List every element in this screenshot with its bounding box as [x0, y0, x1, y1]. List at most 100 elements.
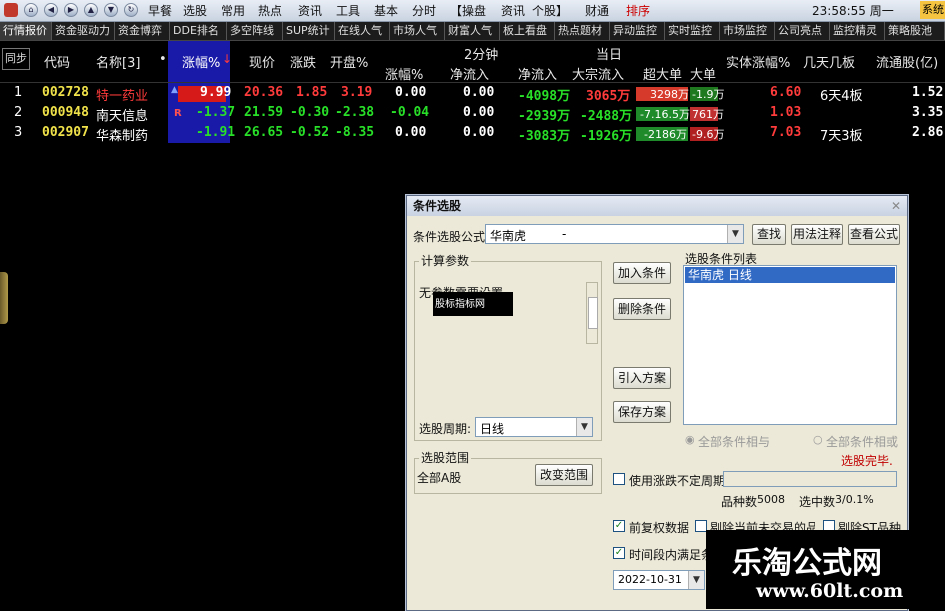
col-change[interactable]: 涨跌 — [290, 52, 316, 71]
tab-hot-topics[interactable]: 热点题材 — [555, 22, 610, 40]
period-select[interactable]: 日线 ▼ — [475, 417, 593, 437]
stock-name: 南天信息 — [96, 109, 149, 124]
col-float-shares[interactable]: 流通股(亿) — [876, 52, 938, 71]
home-icon[interactable]: ⌂ — [24, 3, 38, 17]
row-index: 2 — [14, 105, 23, 120]
float-shares: 3.35 — [912, 105, 944, 120]
tab-market-monitor[interactable]: 市场监控 — [720, 22, 775, 40]
tab-fund-game[interactable]: 资金博弈 — [115, 22, 170, 40]
menu-item-sort[interactable]: 排序 — [626, 2, 650, 19]
formula-select[interactable]: 华南虎 - ▼ — [485, 224, 744, 244]
col-open-pct[interactable]: 开盘% — [330, 52, 368, 71]
col-super-big[interactable]: 超大单 — [643, 64, 682, 83]
tab-realtime[interactable]: 实时监控 — [665, 22, 720, 40]
col-pct-2min[interactable]: 涨幅% — [385, 64, 423, 83]
tab-online-pop[interactable]: 在线人气 — [335, 22, 390, 40]
margin-flag: R — [174, 108, 182, 119]
tab-dde-rank[interactable]: DDE排名 — [170, 22, 227, 40]
close-icon[interactable]: ✕ — [891, 199, 901, 213]
radio-or-label[interactable]: 全部条件相或 — [826, 433, 898, 450]
col-pct[interactable]: 涨幅% — [182, 52, 220, 71]
tab-board-watch[interactable]: 板上看盘 — [500, 22, 555, 40]
system-button[interactable]: 系统 — [920, 1, 945, 19]
tab-long-short[interactable]: 多空阵线 — [227, 22, 283, 40]
delete-condition-button[interactable]: 删除条件 — [613, 298, 671, 320]
import-plan-button[interactable]: 引入方案 — [613, 367, 671, 389]
pre-adjust-checkbox[interactable]: ✓ — [613, 520, 625, 532]
pre-adjust-label[interactable]: 前复权数据 — [629, 519, 689, 536]
big: -1.9万 — [692, 88, 725, 101]
forward-icon[interactable]: ▶ — [64, 3, 78, 17]
period-value: 日线 — [480, 422, 505, 436]
add-condition-button[interactable]: 加入条件 — [613, 262, 671, 284]
col-price[interactable]: 现价 — [249, 52, 275, 71]
period-condition-checkbox[interactable]: ✓ — [613, 547, 625, 559]
side-panel-toggle[interactable] — [0, 272, 8, 324]
tab-monitor-sprite[interactable]: 监控精灵 — [830, 22, 885, 40]
usage-notes-button[interactable]: 用法注释 — [791, 224, 843, 245]
table-row[interactable]: 3 002907 华森制药 -1.91 26.65 -0.52 -8.35 0.… — [0, 125, 945, 144]
body-pct: 1.03 — [770, 105, 802, 120]
find-button[interactable]: 查找 — [752, 224, 786, 245]
up-icon[interactable]: ▲ — [84, 3, 98, 17]
indef-period-checkbox[interactable] — [613, 473, 625, 485]
scrollbar-thumb[interactable] — [588, 297, 598, 329]
chevron-down-icon[interactable]: ▼ — [727, 225, 743, 243]
menu-item-select[interactable]: 选股 — [183, 2, 207, 19]
menu-item-stock[interactable]: 个股】 — [532, 2, 568, 19]
menu-item-operate[interactable]: 【操盘 — [450, 2, 486, 19]
indef-period-label[interactable]: 使用涨跌不定周期 — [629, 472, 725, 489]
col-code[interactable]: 代码 — [44, 52, 70, 71]
tab-anomaly[interactable]: 异动监控 — [610, 22, 665, 40]
chevron-down-icon[interactable]: ▼ — [688, 571, 704, 589]
sync-button[interactable]: 同步 — [2, 48, 30, 70]
stock-code: 000948 — [42, 105, 89, 120]
level-icon: ▲ — [171, 85, 178, 95]
tab-market-pop[interactable]: 市场人气 — [390, 22, 445, 40]
tab-wealth-pop[interactable]: 财富人气 — [445, 22, 500, 40]
col-big[interactable]: 大单 — [690, 64, 716, 83]
tab-quotes[interactable]: 行情报价 — [0, 22, 52, 40]
params-scrollbar[interactable] — [586, 282, 598, 344]
table-row[interactable]: 2 000948 南天信息 R -1.37 21.59 -0.30 -2.38 … — [0, 105, 945, 124]
save-plan-button[interactable]: 保存方案 — [613, 401, 671, 423]
col-body-pct[interactable]: 实体涨幅% — [726, 52, 790, 71]
col-days-boards[interactable]: 几天几板 — [803, 52, 855, 71]
date-picker[interactable]: 2022-10-31 ▼ — [613, 570, 705, 590]
col-block-in[interactable]: 大宗流入 — [572, 64, 624, 83]
menu-item-basic[interactable]: 基本 — [374, 2, 398, 19]
view-formula-button[interactable]: 查看公式 — [848, 224, 900, 245]
radio-or-icon[interactable]: ○ — [813, 433, 823, 446]
change-range-button[interactable]: 改变范围 — [535, 464, 593, 486]
condition-list[interactable]: 华南虎 日线 — [683, 265, 897, 425]
tab-company-highlights[interactable]: 公司亮点 — [775, 22, 830, 40]
menu-item-caitong[interactable]: 财通 — [585, 2, 609, 19]
tab-sup-stats[interactable]: SUP统计 — [283, 22, 335, 40]
menu-item-news[interactable]: 资讯 — [298, 2, 322, 19]
tab-strategy-pool[interactable]: 策略股池 — [885, 22, 945, 40]
group-header-today: 当日 — [596, 48, 623, 63]
big: 761万 — [692, 108, 724, 121]
back-icon[interactable]: ◀ — [44, 3, 58, 17]
menu-item-hot[interactable]: 热点 — [258, 2, 282, 19]
refresh-icon[interactable]: ↻ — [124, 3, 138, 17]
col-net-in[interactable]: 净流入 — [518, 64, 557, 83]
net-in: -4098万 — [518, 89, 571, 104]
table-row[interactable]: 1 002728 特一药业 ▲ 9.99 20.36 1.85 3.19 0.0… — [0, 85, 945, 104]
chevron-down-icon[interactable]: ▼ — [576, 418, 592, 436]
col-net-in-2min[interactable]: 净流入 — [450, 64, 489, 83]
group-header-2min: 2分钟 — [464, 48, 499, 63]
menu-item-tools[interactable]: 工具 — [336, 2, 360, 19]
radio-and-icon[interactable]: ◉ — [685, 433, 695, 446]
col-dot: • — [159, 52, 167, 67]
big: -9.6万 — [692, 128, 725, 141]
tab-fund-drive[interactable]: 资金驱动力 — [52, 22, 115, 40]
down-icon[interactable]: ▼ — [104, 3, 118, 17]
menu-item-timeshare[interactable]: 分时 — [412, 2, 436, 19]
condition-list-item[interactable]: 华南虎 日线 — [685, 267, 895, 283]
menu-item-breakfast[interactable]: 早餐 — [148, 2, 172, 19]
col-name[interactable]: 名称[3] — [96, 52, 140, 71]
menu-item-info[interactable]: 资讯 — [501, 2, 525, 19]
radio-and-label[interactable]: 全部条件相与 — [698, 433, 770, 450]
menu-item-common[interactable]: 常用 — [221, 2, 245, 19]
